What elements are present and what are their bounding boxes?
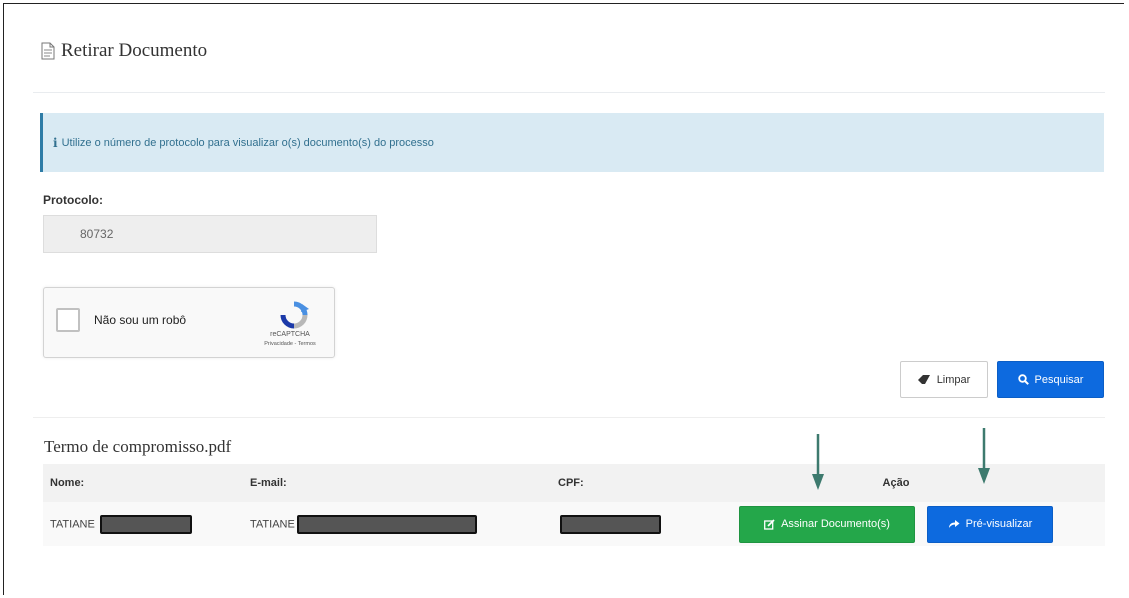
table-header-row: Nome: E-mail: CPF: Ação [43,464,1105,502]
cell-email: TATIANE [243,502,551,546]
search-icon [1017,374,1029,385]
column-header-nome: Nome: [43,464,243,502]
protocolo-input[interactable]: 80732 [43,215,377,253]
info-icon: i [53,135,58,150]
nome-value: TATIANE [50,517,95,530]
table-row: TATIANE TATIANE Assinar Documento(s) Pré… [43,502,1105,546]
eraser-icon [917,374,931,385]
share-icon [948,519,960,529]
file-text-icon [40,42,56,60]
column-header-email: E-mail: [243,464,551,502]
redaction-block [560,514,661,534]
cell-acao: Assinar Documento(s) Pré-visualizar [687,502,1105,546]
redaction-block [99,514,192,534]
pre-visualizar-button[interactable]: Pré-visualizar [927,505,1053,543]
limpar-label: Limpar [936,373,971,386]
annotation-arrow-icon [978,428,990,484]
assinar-documentos-button[interactable]: Assinar Documento(s) [739,505,915,543]
limpar-button[interactable]: Limpar [900,361,988,398]
edit-icon [764,518,775,530]
alert-text: Utilize o número de protocolo para visua… [61,136,434,149]
recaptcha-logo-icon [276,300,312,330]
divider [33,92,1105,93]
pesquisar-label: Pesquisar [1034,373,1084,386]
assinar-label: Assinar Documento(s) [781,518,890,530]
cell-cpf [551,502,687,546]
info-alert: i Utilize o número de protocolo para vis… [40,113,1104,172]
divider [33,417,1105,418]
row-actions: Assinar Documento(s) Pré-visualizar [694,505,1098,543]
page-title: Retirar Documento [40,40,207,62]
page-title-text: Retirar Documento [61,40,208,61]
email-value: TATIANE [250,517,295,530]
annotation-arrow-icon [812,434,824,490]
pre-visualizar-label: Pré-visualizar [965,518,1033,530]
cell-nome: TATIANE [43,502,243,546]
document-name: Termo de compromisso.pdf [44,437,232,456]
recaptcha-widget: Não sou um robô reCAPTCHA Privacidade - … [43,287,335,358]
recaptcha-checkbox[interactable] [56,308,80,332]
redaction-block [296,514,477,534]
pesquisar-button[interactable]: Pesquisar [997,361,1104,398]
results-table: Nome: E-mail: CPF: Ação TATIANE TATIANE [43,464,1105,546]
recaptcha-label: Não sou um robô [94,313,187,327]
column-header-acao: Ação [687,464,1105,502]
recaptcha-brand: reCAPTCHA [270,331,310,338]
protocolo-label: Protocolo: [43,193,103,207]
column-header-cpf: CPF: [551,464,687,502]
recaptcha-links[interactable]: Privacidade - Termos [248,341,332,347]
